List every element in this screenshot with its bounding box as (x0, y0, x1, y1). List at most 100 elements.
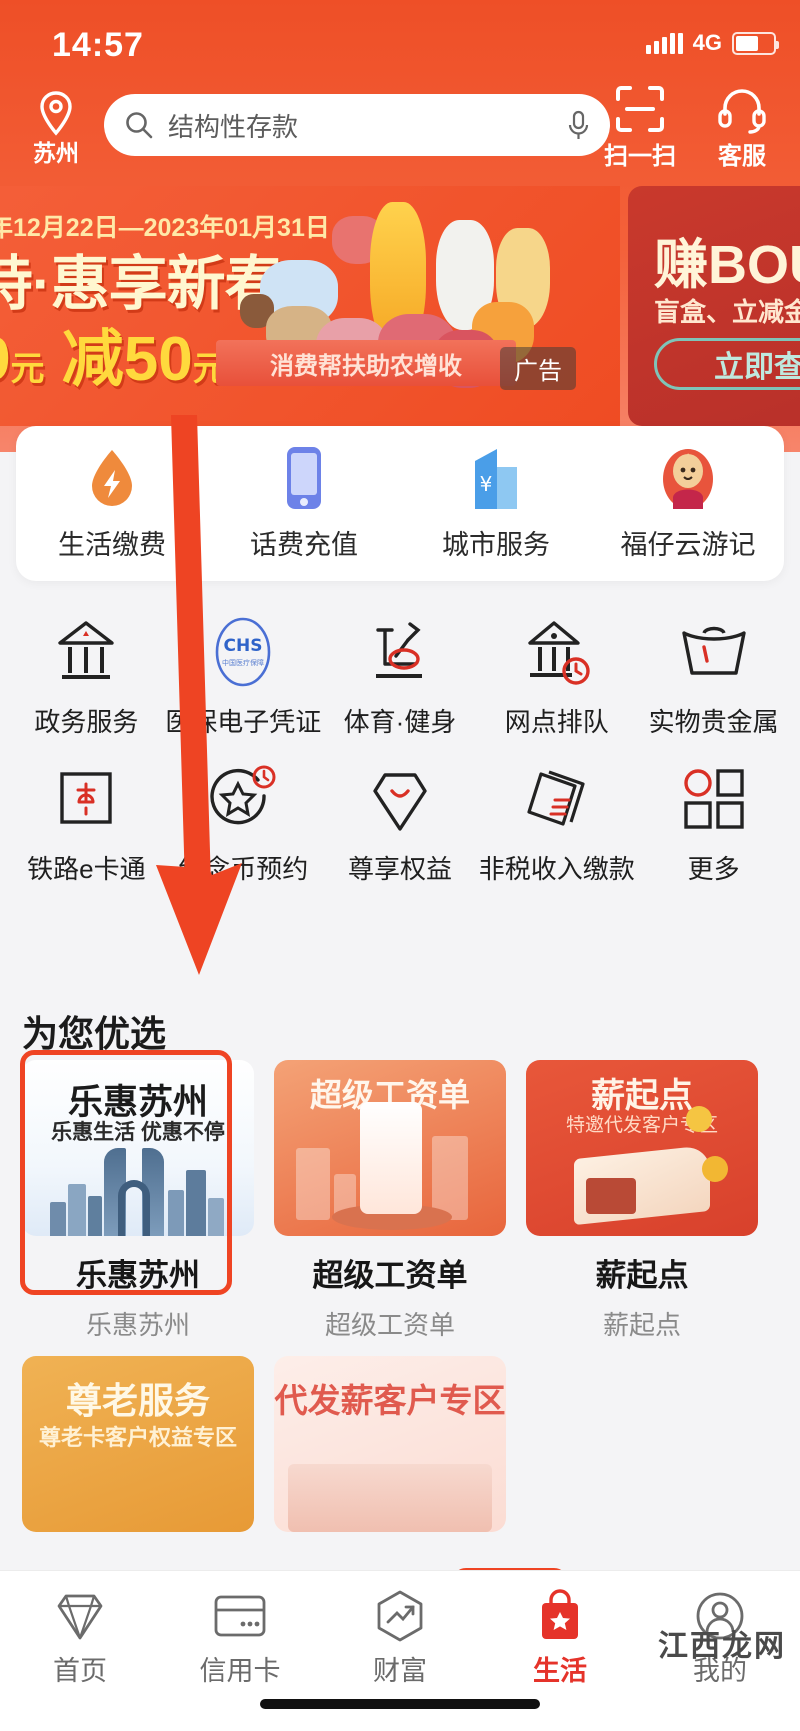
service-item-government[interactable]: 政务服务 (8, 608, 165, 739)
service-item-label: 非税收入缴款 (478, 854, 635, 884)
card-subtitle: 超级工资单 (324, 1310, 455, 1340)
service-item-railway-card[interactable]: 铁路e卡通 (8, 755, 165, 886)
status-indicators: 4G (645, 30, 779, 56)
skyline-graphic (48, 1144, 228, 1236)
recommend-card-lehui-suzhou[interactable]: 乐惠苏州 乐惠生活 优惠不停 乐惠苏州 乐惠苏州 (22, 1060, 254, 1342)
quick-service-item-city-service[interactable]: ¥ 城市服务 (400, 445, 592, 562)
recommend-cards: 乐惠苏州 乐惠生活 优惠不停 乐惠苏州 乐惠苏州 超级工资单 超级工资单 超级工… (0, 1060, 800, 1546)
app-header: 14:57 4G 苏州 结构性存款 扫一扫 客服 年12月22日—2023年01… (0, 0, 800, 452)
tab-label: 首页 (53, 1656, 107, 1686)
banner-slide-secondary[interactable]: 赚BOU 盲盒、立减金等 立即查看 (628, 186, 800, 426)
tab-life[interactable]: 生活 (480, 1585, 640, 1688)
search-icon (126, 112, 153, 139)
diamond-icon (0, 1585, 160, 1647)
service-item-label: 铁路e卡通 (27, 854, 146, 884)
recommend-card-super-payslip[interactable]: 超级工资单 超级工资单 超级工资单 (274, 1060, 506, 1342)
scan-action[interactable]: 扫一扫 (594, 84, 686, 171)
wealth-chart-icon (320, 1585, 480, 1647)
card-title: 乐惠苏州 (76, 1258, 200, 1293)
battery-icon (732, 31, 779, 55)
quick-service-label: 城市服务 (442, 530, 550, 560)
banner-reduce: 减50 (61, 325, 193, 394)
book-coins-icon: 薪起点 特邀代发客户专区 (526, 1060, 758, 1236)
chs-medical-insurance-icon: CHS 中国医疗保障 (165, 608, 322, 696)
commemorative-coin-booking-icon (165, 755, 322, 843)
banner-secondary-button[interactable]: 立即查看 (654, 338, 800, 390)
search-query-text: 结构性存款 (168, 111, 299, 142)
status-time: 14:57 (52, 26, 144, 64)
scan-label: 扫一扫 (604, 143, 676, 170)
non-tax-payment-icon (478, 755, 635, 843)
banner-secondary-title: 赚BOU (654, 235, 800, 295)
svg-text:中国医疗保障: 中国医疗保障 (222, 658, 264, 667)
quick-service-item-mascot[interactable]: 福仔云游记 (592, 445, 784, 562)
service-item-label: 医保电子凭证 (165, 707, 322, 737)
card-title: 超级工资单 (312, 1258, 468, 1293)
service-item-label: 更多 (687, 854, 740, 884)
elderly-service-icon: 尊老服务 尊老卡客户权益专区 (22, 1356, 254, 1532)
recommend-row: 乐惠苏州 乐惠生活 优惠不停 乐惠苏州 乐惠苏州 超级工资单 超级工资单 超级工… (0, 1060, 800, 1356)
quick-service-label: 福仔云游记 (620, 530, 756, 560)
tab-home[interactable]: 首页 (0, 1585, 160, 1688)
suzhou-skyline-icon: 乐惠苏州 乐惠生活 优惠不停 (22, 1060, 254, 1236)
location-pin-icon (40, 91, 72, 136)
service-item-sports-fitness[interactable]: 体育·健身 (322, 608, 479, 739)
exercise-bike-icon (322, 608, 479, 696)
service-item-non-tax-payment[interactable]: 非税收入缴款 (478, 755, 635, 886)
scan-qr-icon (616, 86, 664, 132)
header-actions: 扫一扫 客服 (594, 84, 788, 171)
watermark: 江西龙网 (658, 1630, 786, 1663)
location-selector[interactable]: 苏州 (18, 88, 94, 168)
service-item-more[interactable]: 更多 (635, 755, 792, 886)
search-row: 苏州 结构性存款 扫一扫 客服 (0, 86, 800, 176)
quick-service-item-mobile-topup[interactable]: 话费充值 (208, 445, 400, 562)
card-subtitle: 薪起点 (602, 1310, 681, 1340)
service-item-label: 网点排队 (504, 707, 609, 737)
gold-ingot-icon (635, 608, 792, 696)
recommend-card-payroll-zone[interactable]: 代发薪客户专区 (274, 1356, 506, 1532)
tab-label: 财富 (373, 1656, 427, 1686)
banner-slide-primary[interactable]: 年12月22日—2023年01月31日 特·惠享新春 9元 减50元 消费帮扶助… (0, 186, 620, 426)
service-item-label: 尊享权益 (347, 854, 452, 884)
customer-service-label: 客服 (718, 143, 766, 170)
service-item-medical-insurance[interactable]: CHS 中国医疗保障 医保电子凭证 (165, 608, 322, 739)
service-item-precious-metal[interactable]: 实物贵金属 (635, 608, 792, 739)
service-item-coin-booking[interactable]: 纪念币预约 (165, 755, 322, 886)
card-thumb-subtitle: 乐惠生活 优惠不停 (51, 1121, 225, 1144)
quick-service-label: 生活缴费 (58, 530, 166, 560)
service-item-label: 体育·健身 (343, 707, 457, 737)
service-item-privilege[interactable]: 尊享权益 (322, 755, 479, 886)
recommend-row: 尊老服务 尊老卡客户权益专区 代发薪客户专区 (0, 1356, 800, 1546)
privilege-diamond-icon (322, 755, 479, 843)
quick-service-item-utility[interactable]: 生活缴费 (16, 445, 208, 562)
service-item-branch-queue[interactable]: 网点排队 (478, 608, 635, 739)
home-indicator[interactable] (260, 1699, 540, 1709)
banner-threshold: 9 (0, 325, 10, 394)
banner-threshold-unit: 元 (10, 350, 45, 388)
status-bar: 14:57 4G (0, 0, 800, 82)
building-yuan-icon: ¥ (400, 445, 592, 511)
card-subtitle: 乐惠苏州 (85, 1310, 190, 1340)
service-item-label: 政务服务 (34, 707, 139, 737)
card-thumb-title: 尊老服务 (65, 1380, 210, 1421)
tab-label: 信用卡 (199, 1656, 281, 1686)
service-item-label: 实物贵金属 (648, 707, 779, 737)
card-thumb-title: 代发薪客户专区 (274, 1382, 506, 1419)
recommend-card-xinqidian[interactable]: 薪起点 特邀代发客户专区 薪起点 薪起点 (526, 1060, 758, 1342)
recommend-card-elderly-service[interactable]: 尊老服务 尊老卡客户权益专区 (22, 1356, 254, 1532)
card-thumb-subtitle: 特邀代发客户专区 (565, 1115, 718, 1136)
tab-wealth[interactable]: 财富 (320, 1585, 480, 1688)
tab-label: 生活 (533, 1656, 587, 1686)
service-grid: 政务服务 CHS 中国医疗保障 医保电子凭证 体育·健身 网点排队 实物贵金属 … (0, 600, 800, 894)
card-thumb-subtitle: 尊老卡客户权益专区 (38, 1425, 237, 1450)
tab-credit-card[interactable]: 信用卡 (160, 1585, 320, 1688)
government-building-icon (8, 608, 165, 696)
svg-text:CHS: CHS (224, 636, 263, 656)
credit-card-icon (160, 1585, 320, 1647)
quick-services-card: 生活缴费 话费充值 ¥ 城市服务 福仔云游记 (16, 426, 784, 581)
banner-carousel[interactable]: 年12月22日—2023年01月31日 特·惠享新春 9元 减50元 消费帮扶助… (0, 186, 800, 452)
customer-service-action[interactable]: 客服 (696, 84, 788, 171)
quick-service-label: 话费充值 (250, 530, 358, 560)
search-input[interactable]: 结构性存款 (104, 94, 610, 156)
microphone-icon[interactable] (566, 109, 590, 141)
